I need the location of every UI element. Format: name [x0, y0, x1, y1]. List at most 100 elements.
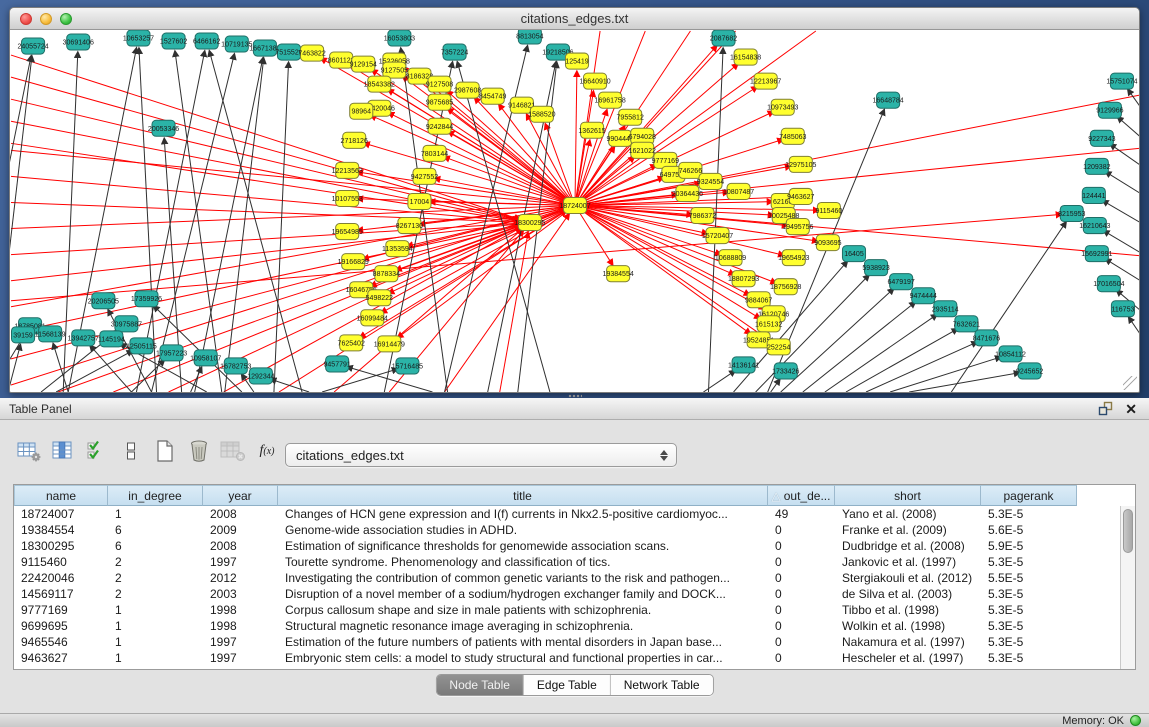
column-header-pagerank[interactable]: pagerank	[981, 485, 1077, 506]
graph-node[interactable]: 8878334	[373, 266, 400, 282]
graph-node[interactable]: 18756928	[770, 279, 801, 295]
graph-node[interactable]: 16648784	[872, 92, 903, 108]
graph-node[interactable]: 1145194	[98, 331, 125, 347]
graph-node[interactable]: 24055724	[17, 38, 48, 54]
column-header-in_degree[interactable]: in_degree	[108, 485, 203, 506]
table-row[interactable]: 1830029562008Estimation of significance …	[14, 538, 1135, 554]
graph-node[interactable]: 12505115	[126, 338, 157, 354]
table-row[interactable]: 946554611997Estimation of the future num…	[14, 634, 1135, 650]
window-resize-grip[interactable]	[1123, 376, 1137, 390]
graph-node[interactable]: 12213563	[332, 162, 363, 178]
graph-node[interactable]: 1733426	[772, 363, 799, 379]
function-builder-icon[interactable]: f(x)	[252, 438, 282, 464]
graph-node[interactable]: 9242844	[426, 118, 453, 134]
table-row[interactable]: 946362711997Embryonic stem cells: a mode…	[14, 650, 1135, 666]
graph-node[interactable]: 10688809	[715, 250, 746, 266]
row-height-icon[interactable]	[116, 438, 146, 464]
table-selector-dropdown[interactable]: citations_edges.txt	[285, 443, 677, 467]
graph-node[interactable]: 39159	[12, 327, 35, 343]
graph-node[interactable]: 1362615	[578, 122, 605, 138]
graph-node[interactable]: 17359926	[131, 291, 162, 307]
graph-node[interactable]: 16640910	[579, 73, 610, 89]
graph-node[interactable]: 18724007	[559, 197, 590, 213]
tab-edge-table[interactable]: Edge Table	[524, 675, 611, 695]
graph-node[interactable]: 16210643	[1079, 218, 1110, 234]
graph-node[interactable]: 19166829	[338, 254, 369, 270]
graph-node[interactable]: 1527602	[160, 33, 187, 49]
graph-node[interactable]: 15716485	[392, 358, 423, 374]
graph-node[interactable]: 13942757	[68, 330, 99, 346]
graph-node[interactable]: 12975105	[785, 156, 816, 172]
graph-node[interactable]: 7955812	[617, 109, 644, 125]
graph-node[interactable]: 8215953	[1058, 205, 1085, 221]
graph-node[interactable]: 9245652	[1016, 363, 1043, 379]
tab-network-table[interactable]: Network Table	[611, 675, 713, 695]
select-all-checks-icon[interactable]	[82, 438, 112, 464]
graph-node[interactable]: 1292344	[247, 368, 274, 384]
graph-node[interactable]: 16099484	[357, 310, 388, 326]
column-header-out_de[interactable]: △out_de...	[768, 485, 835, 506]
graph-node[interactable]: 7803144	[421, 145, 448, 161]
graph-node[interactable]: 1615132	[755, 316, 782, 332]
graph-node[interactable]: 18807293	[728, 271, 759, 287]
column-header-short[interactable]: short	[835, 485, 981, 506]
column-header-name[interactable]: name	[14, 485, 108, 506]
graph-node[interactable]: 10854112	[995, 346, 1026, 362]
tab-node-table[interactable]: Node Table	[436, 675, 524, 695]
graph-node[interactable]: 10719135	[221, 36, 252, 52]
table-row[interactable]: 969969511998Structural magnetic resonanc…	[14, 618, 1135, 634]
graph-node[interactable]: 7463822	[298, 45, 325, 61]
graph-node[interactable]: 16154838	[730, 49, 761, 65]
graph-node[interactable]: 10973493	[767, 99, 798, 115]
graph-node[interactable]: 20206505	[88, 293, 119, 309]
graph-node[interactable]: 7485063	[779, 128, 806, 144]
graph-node[interactable]: 9227343	[1088, 130, 1115, 146]
graph-node[interactable]: 5498222	[366, 290, 393, 306]
graph-node[interactable]: 17004	[408, 193, 431, 209]
graph-node[interactable]: 7986372	[689, 207, 716, 223]
float-panel-icon[interactable]	[1098, 401, 1113, 416]
graph-node[interactable]: 9463627	[787, 188, 814, 204]
graph-node[interactable]: 7357224	[441, 44, 468, 60]
graph-node[interactable]: 20364436	[672, 185, 703, 201]
table-row[interactable]: 2242004622012Investigating the contribut…	[14, 570, 1135, 586]
graph-node[interactable]: 9474444	[910, 288, 937, 304]
graph-node[interactable]: 14136141	[728, 357, 759, 373]
graph-node[interactable]: 19654923	[778, 250, 809, 266]
network-canvas[interactable]: 2405572430691406106532571527602646616210…	[10, 30, 1139, 392]
graph-node[interactable]: 1588520	[528, 106, 555, 122]
graph-node[interactable]: 10107553	[332, 190, 363, 206]
graph-node[interactable]: 16961758	[595, 92, 626, 108]
network-window-titlebar[interactable]: citations_edges.txt	[10, 8, 1139, 30]
graph-node[interactable]: 252254	[767, 339, 791, 355]
graph-node[interactable]: 8267130	[396, 218, 423, 234]
graph-node[interactable]: 2087682	[710, 30, 737, 46]
table-row[interactable]: 1456911722003Disruption of a novel membe…	[14, 586, 1135, 602]
graph-node[interactable]: 30691406	[63, 34, 94, 50]
table-row[interactable]: 1938455462009Genome-wide association stu…	[14, 522, 1135, 538]
graph-node[interactable]: 17957223	[156, 345, 187, 361]
graph-node[interactable]: 1209382	[1083, 158, 1110, 174]
graph-node[interactable]: 17016504	[1093, 276, 1124, 292]
graph-node[interactable]: 9324554	[697, 173, 724, 189]
graph-node[interactable]: 8454749	[479, 88, 506, 104]
graph-node[interactable]: 16782753	[220, 358, 251, 374]
graph-node[interactable]: 9427552	[411, 168, 438, 184]
table-row[interactable]: 1872400712008Changes of HCN gene express…	[14, 506, 1135, 522]
graph-node[interactable]: 19654985	[332, 224, 363, 240]
graph-node[interactable]: 2935114	[932, 301, 959, 317]
graph-node[interactable]: 15751074	[1106, 73, 1137, 89]
graph-node[interactable]: 1621022	[629, 142, 656, 158]
graph-node[interactable]: 2987608	[454, 82, 481, 98]
graph-node[interactable]: 18543382	[364, 76, 395, 92]
graph-node[interactable]: 15720407	[702, 228, 733, 244]
table-vertical-scrollbar[interactable]	[1120, 506, 1135, 669]
graph-node[interactable]: 10807487	[723, 183, 754, 199]
graph-node[interactable]: 6479197	[887, 274, 914, 290]
graph-node[interactable]: 10653257	[123, 30, 154, 46]
graph-node[interactable]: 16053803	[384, 30, 415, 46]
table-row[interactable]: 911546021997Tourette syndrome. Phenomeno…	[14, 554, 1135, 570]
graph-node[interactable]: 18300295	[514, 215, 545, 231]
create-table-icon[interactable]	[150, 438, 180, 464]
graph-node[interactable]: 5938923	[862, 260, 889, 276]
